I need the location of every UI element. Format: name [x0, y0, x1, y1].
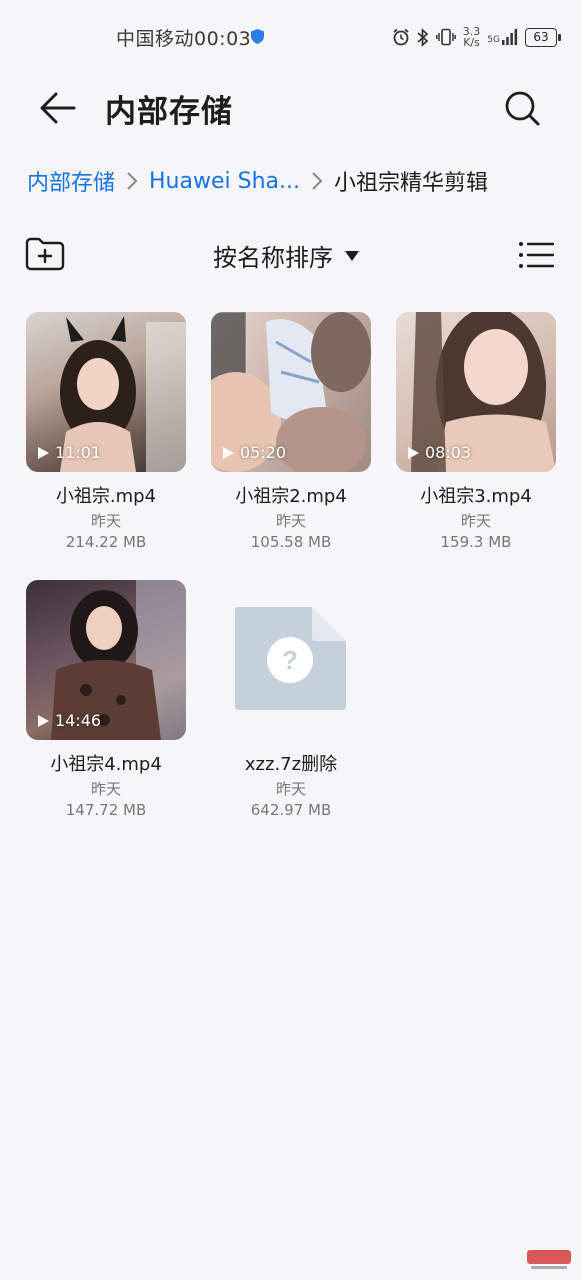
app-bar: 内部存储	[0, 72, 581, 142]
duration-text: 05:20	[240, 443, 287, 462]
file-date: 昨天	[90, 780, 121, 798]
file-size: 642.97 MB	[250, 801, 332, 819]
file-name: 小祖宗3.mp4	[420, 486, 532, 507]
duration-text: 11:01	[55, 443, 102, 462]
toolbar: 按名称排序	[0, 228, 581, 284]
caret-down-icon	[345, 250, 359, 261]
bluetooth-icon	[417, 27, 429, 47]
new-folder-icon[interactable]	[25, 237, 65, 271]
status-icons: 3.3 K/s 5G 63	[392, 24, 561, 50]
file-item[interactable]: ? xzz.7z删除 昨天 642.97 MB	[211, 580, 371, 819]
alarm-icon	[393, 28, 409, 46]
file-item[interactable]: 08:03 小祖宗3.mp4 昨天 159.3 MB	[396, 312, 556, 551]
file-name: 小祖宗.mp4	[55, 486, 157, 507]
file-name: xzz.7z删除	[244, 754, 338, 775]
breadcrumb-internal-storage[interactable]: 内部存储	[27, 165, 115, 197]
vibrate-icon	[435, 28, 456, 46]
play-icon	[223, 446, 234, 459]
signal-icon	[502, 29, 518, 45]
search-icon[interactable]	[500, 86, 544, 130]
duration-text: 14:46	[55, 711, 102, 730]
duration-badge: 08:03	[408, 443, 471, 462]
net-speed-unit: K/s	[463, 36, 480, 49]
chevron-right-icon	[127, 172, 138, 190]
duration-badge: 14:46	[38, 711, 101, 730]
video-thumbnail: 11:01	[26, 312, 186, 472]
file-size: 147.72 MB	[65, 801, 147, 819]
file-date: 昨天	[460, 512, 491, 530]
list-view-icon[interactable]	[518, 240, 554, 270]
file-size: 214.22 MB	[65, 533, 147, 551]
file-item[interactable]: 14:46 小祖宗4.mp4 昨天 147.72 MB	[26, 580, 186, 819]
play-icon	[408, 446, 419, 459]
breadcrumb: 内部存储 Huawei Sha... 小祖宗精华剪辑	[27, 163, 488, 199]
signal-label: 5G	[487, 35, 500, 45]
file-size: 105.58 MB	[250, 533, 332, 551]
network-speed: 3.3 K/s	[463, 26, 481, 48]
unknown-file-icon: ?	[235, 607, 346, 710]
back-arrow-icon[interactable]	[36, 88, 80, 128]
breadcrumb-current-folder: 小祖宗精华剪辑	[334, 171, 489, 196]
file-name: 小祖宗4.mp4	[50, 754, 162, 775]
video-thumbnail: 08:03	[396, 312, 556, 472]
duration-badge: 11:01	[38, 443, 101, 462]
file-date: 昨天	[275, 512, 306, 530]
shield-icon	[251, 29, 264, 44]
file-date: 昨天	[275, 780, 306, 798]
breadcrumb-huawei-share[interactable]: Huawei Sha...	[149, 169, 300, 194]
video-thumbnail: 05:20	[211, 312, 371, 472]
watermark-logo	[527, 1250, 571, 1269]
file-size: 159.3 MB	[440, 533, 512, 551]
file-item[interactable]: 05:20 小祖宗2.mp4 昨天 105.58 MB	[211, 312, 371, 551]
chevron-right-icon	[312, 172, 323, 190]
duration-text: 08:03	[425, 443, 472, 462]
page-title: 内部存储	[105, 94, 233, 130]
carrier-time: 中国移动00:03	[116, 28, 252, 50]
svg-text:?: ?	[282, 645, 298, 675]
file-date: 昨天	[90, 512, 121, 530]
duration-badge: 05:20	[223, 443, 286, 462]
file-thumbnail: ?	[211, 580, 371, 740]
signal-indicator: 5G	[487, 29, 518, 45]
file-name: 小祖宗2.mp4	[235, 486, 347, 507]
play-icon	[38, 714, 49, 727]
sort-dropdown[interactable]: 按名称排序	[213, 238, 359, 273]
battery-indicator: 63	[525, 27, 561, 47]
play-icon	[38, 446, 49, 459]
file-item[interactable]: 11:01 小祖宗.mp4 昨天 214.22 MB	[26, 312, 186, 551]
status-bar: 中国移动00:03 3.3 K/s 5G 63	[0, 0, 581, 72]
sort-label: 按名称排序	[213, 244, 333, 272]
video-thumbnail: 14:46	[26, 580, 186, 740]
